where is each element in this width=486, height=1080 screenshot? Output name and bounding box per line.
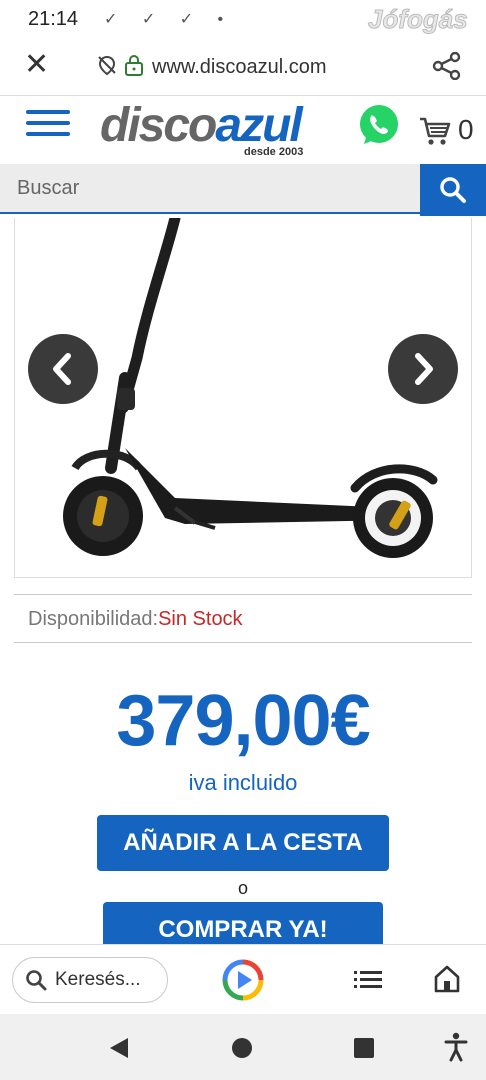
- divider: [14, 642, 472, 643]
- status-bar: 21:14 ✓ ✓ ✓ • Jófogás: [0, 0, 486, 38]
- site-logo[interactable]: discoazul: [100, 98, 303, 153]
- logo-tagline: desde 2003: [244, 146, 304, 158]
- recent-apps-icon[interactable]: [354, 1038, 374, 1058]
- share-icon[interactable]: [432, 52, 462, 80]
- add-to-cart-button[interactable]: AÑADIR A LA CESTA: [97, 815, 389, 871]
- divider: [14, 594, 472, 595]
- site-search: [0, 164, 486, 216]
- menu-icon[interactable]: [26, 110, 70, 142]
- chevron-right-icon: [415, 353, 433, 385]
- site-header: discoazul desde 2003 0: [0, 96, 486, 164]
- home-button-icon[interactable]: [232, 1038, 252, 1058]
- logo-text-disco: disco: [100, 99, 217, 152]
- back-icon[interactable]: [108, 1036, 130, 1060]
- browser-search-placeholder: Keresés...: [55, 969, 141, 990]
- availability-status: Sin Stock: [158, 608, 243, 630]
- product-price: 379,00€: [116, 681, 370, 761]
- cart-icon[interactable]: [418, 114, 452, 148]
- status-time: 21:14: [28, 8, 79, 30]
- browser-search-field[interactable]: Keresés...: [12, 957, 168, 1003]
- search-icon: [26, 970, 47, 991]
- home-icon[interactable]: [434, 965, 460, 993]
- url-text[interactable]: www.discoazul.com: [152, 56, 327, 79]
- search-input[interactable]: [0, 164, 420, 214]
- search-button[interactable]: [420, 164, 486, 216]
- availability-label: Disponibilidad:: [28, 608, 159, 630]
- next-image-button[interactable]: [388, 334, 458, 404]
- watermark: Jófogás: [368, 4, 469, 35]
- previous-image-button[interactable]: [28, 334, 98, 404]
- or-separator: o: [237, 878, 248, 898]
- notification-icons: ✓ ✓ ✓ •: [104, 11, 234, 28]
- logo-text-azul: azul: [215, 99, 302, 152]
- tax-note: iva incluido: [188, 770, 298, 795]
- browser-bottom-bar: Keresés...: [0, 944, 486, 1014]
- lock-icon[interactable]: [124, 54, 144, 76]
- accessibility-icon[interactable]: [444, 1032, 468, 1062]
- cart-count: 0: [458, 114, 474, 145]
- discover-icon[interactable]: [222, 959, 264, 1001]
- close-icon[interactable]: ✕: [24, 50, 49, 80]
- tracking-off-icon[interactable]: [96, 54, 118, 76]
- list-icon[interactable]: [354, 969, 382, 991]
- whatsapp-icon[interactable]: [356, 102, 402, 148]
- availability: Disponibilidad:Sin Stock: [28, 608, 243, 631]
- browser-url-bar: ✕ www.discoazul.com: [0, 38, 486, 96]
- chevron-left-icon: [53, 353, 71, 385]
- search-icon: [440, 177, 466, 203]
- buy-now-button[interactable]: COMPRAR YA!: [103, 902, 383, 946]
- android-nav-bar: [0, 1014, 486, 1080]
